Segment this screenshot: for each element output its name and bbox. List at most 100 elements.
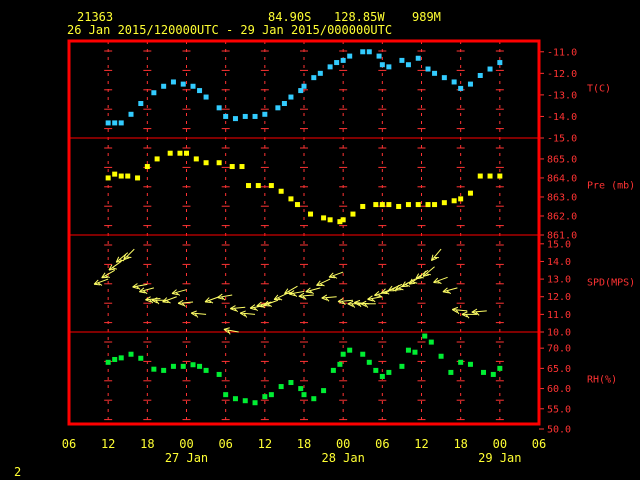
data-point: [399, 363, 405, 369]
data-point: [405, 62, 411, 68]
y-tick-label: 865.0: [547, 154, 577, 165]
data-point: [154, 156, 160, 162]
x-tick-label: 12: [258, 437, 272, 451]
data-point: [308, 211, 314, 217]
data-point: [477, 72, 483, 78]
y-tick-label: -13.0: [547, 90, 577, 101]
y-tick-label: 13.0: [547, 275, 571, 286]
data-point: [327, 64, 333, 70]
data-point: [298, 88, 304, 94]
data-point: [190, 83, 196, 89]
data-point: [252, 400, 258, 406]
time-period: 26 Jan 2015/120000UTC - 29 Jan 2015/0000…: [67, 23, 392, 37]
data-point: [112, 356, 118, 362]
x-tick-label: 06: [62, 437, 76, 451]
data-point: [278, 188, 284, 194]
data-point: [118, 355, 124, 361]
panel-label: Pre (mb): [587, 180, 635, 191]
y-tick-label: 862.0: [547, 211, 577, 222]
data-point: [144, 164, 150, 170]
wind-arrow-head: [381, 292, 388, 295]
y-tick-label: -15.0: [547, 134, 577, 145]
data-point: [467, 81, 473, 87]
data-point: [396, 203, 402, 209]
y-tick-label: 60.0: [547, 384, 571, 395]
data-point: [118, 120, 124, 126]
data-point: [399, 57, 405, 63]
data-point: [340, 351, 346, 357]
x-tick-label: 00: [179, 437, 193, 451]
x-date-label: 27 Jan: [165, 451, 208, 465]
x-tick-label: 00: [493, 437, 507, 451]
data-point: [415, 55, 421, 61]
data-point: [184, 150, 189, 156]
data-point: [451, 198, 457, 204]
data-point: [203, 94, 209, 100]
data-point: [288, 196, 294, 202]
data-point: [239, 164, 245, 170]
data-point: [197, 88, 203, 94]
data-point: [347, 53, 353, 59]
data-point: [294, 202, 300, 208]
panel-label: T(C): [587, 83, 611, 94]
data-point: [441, 200, 447, 206]
data-point: [379, 62, 385, 68]
longitude: 128.85W: [334, 10, 385, 24]
data-point: [242, 113, 248, 119]
latitude: 84.90S: [268, 10, 311, 24]
data-point: [161, 83, 167, 89]
data-point: [288, 380, 294, 386]
page-number: 2: [14, 465, 21, 479]
x-tick-label: 06: [218, 437, 232, 451]
data-point: [281, 101, 287, 107]
data-point: [138, 101, 144, 107]
data-point: [180, 363, 186, 369]
data-point: [373, 202, 379, 208]
data-point: [193, 156, 199, 162]
y-tick-label: 50.0: [547, 425, 571, 436]
data-point: [340, 57, 346, 63]
data-point: [347, 347, 353, 353]
x-tick-label: 18: [453, 437, 467, 451]
data-point: [128, 111, 134, 117]
data-point: [177, 150, 183, 156]
data-point: [458, 196, 464, 202]
data-point: [105, 175, 111, 181]
data-point: [412, 349, 418, 355]
data-point: [232, 396, 238, 402]
data-point: [242, 398, 248, 404]
data-point: [138, 355, 144, 361]
data-point: [151, 90, 157, 96]
data-point: [262, 394, 268, 400]
data-point: [467, 190, 473, 196]
data-point: [327, 217, 333, 223]
data-point: [275, 105, 281, 111]
data-point: [432, 70, 438, 76]
data-point: [203, 367, 209, 373]
data-point: [262, 111, 268, 117]
data-point: [366, 49, 372, 55]
x-tick-label: 06: [375, 437, 389, 451]
data-point: [232, 116, 238, 122]
data-point: [298, 386, 304, 392]
data-point: [268, 183, 274, 189]
data-point: [112, 171, 118, 177]
data-point: [255, 183, 261, 189]
data-point: [415, 202, 421, 208]
data-point: [317, 70, 323, 76]
data-point: [105, 359, 111, 365]
x-tick-label: 12: [414, 437, 428, 451]
x-tick-label: 00: [336, 437, 350, 451]
y-tick-label: 12.0: [547, 292, 571, 303]
data-point: [223, 113, 229, 119]
panel-label: SPD(MPS): [587, 277, 635, 288]
data-point: [167, 150, 173, 156]
data-point: [487, 66, 493, 72]
data-point: [321, 215, 327, 221]
panel-label: RH(%): [587, 374, 617, 385]
data-point: [490, 371, 496, 377]
wind-arrow-head: [329, 276, 336, 279]
data-point: [360, 49, 366, 55]
data-point: [451, 79, 457, 85]
data-point: [379, 202, 385, 208]
